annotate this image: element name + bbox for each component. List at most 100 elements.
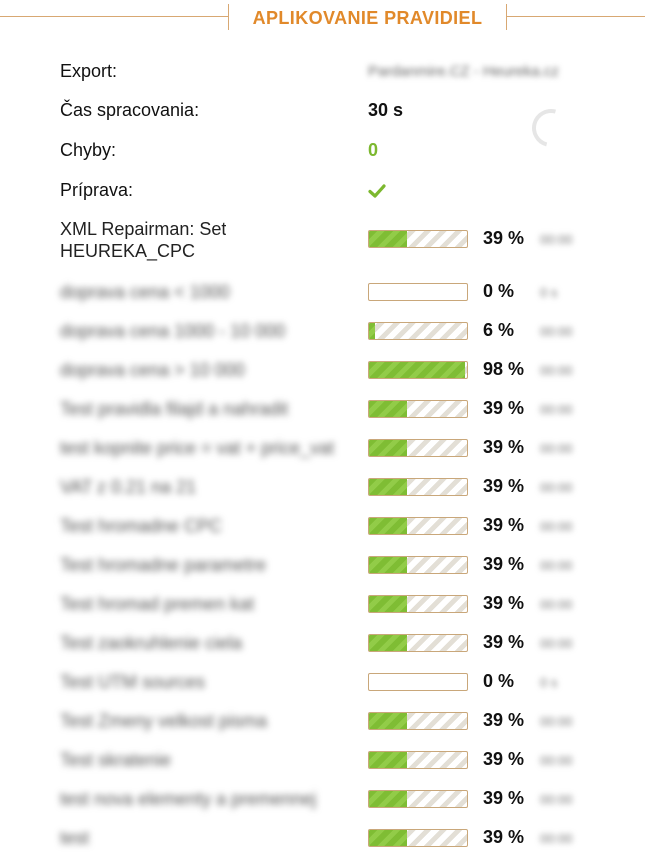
rule-row: Test hromadne CPC 39 % 00:00 <box>0 514 645 553</box>
rule-label-line: XML Repairman: Set <box>60 219 227 239</box>
rule-label-line: HEUREKA_CPC <box>60 241 196 261</box>
rule-label: Test Zmeny velkost pisma <box>60 711 268 731</box>
progress-fill <box>369 830 408 846</box>
rule-elapsed-time: 00:00 <box>540 636 573 651</box>
rule-elapsed-time: 00:00 <box>540 480 573 495</box>
progress-fill <box>369 401 408 417</box>
progress-fill <box>369 596 408 612</box>
rule-row: Test skratenie 39 % 00:00 <box>0 748 645 787</box>
errors-value: 0 <box>368 140 379 160</box>
rule-elapsed-time: 00:00 <box>540 831 573 846</box>
rule-label: doprava cena 1000 - 10 000 <box>60 321 286 341</box>
rule-elapsed-time: 00:00 <box>540 402 573 417</box>
header-tab: APLIKOVANIE PRAVIDIEL <box>228 4 507 30</box>
rule-elapsed-time: 00:00 <box>540 232 573 247</box>
progress-fill <box>369 752 408 768</box>
progress-bar <box>368 673 468 691</box>
progress-fill <box>369 231 408 247</box>
rule-row: Test hromadne parametre 39 % 00:00 <box>0 553 645 592</box>
progress-percent: 0 % <box>483 671 515 691</box>
rule-elapsed-time: 0 s <box>540 675 558 690</box>
rule-label: Test hromad premen kat <box>60 594 255 614</box>
progress-percent: 98 % <box>483 359 525 379</box>
preparation-label: Príprava: <box>60 180 134 200</box>
progress-percent: 39 % <box>483 788 525 808</box>
processing-time-label: Čas spracovania: <box>60 100 200 120</box>
rule-row: test nova elementy a premennej 39 % 00:00 <box>0 787 645 826</box>
rule-label: test nova elementy a premennej <box>60 789 317 809</box>
panel-header: APLIKOVANIE PRAVIDIEL <box>0 0 645 32</box>
rule-label: VAT z 0.21 na 21 <box>60 477 197 497</box>
rule-row: doprava cena 1000 - 10 000 6 % 00:00 <box>0 319 645 358</box>
export-value: Pardanmire.CZ - Heureka.cz <box>368 63 559 80</box>
rule-row: VAT z 0.21 na 21 39 % 00:00 <box>0 475 645 514</box>
progress-fill <box>369 518 408 534</box>
progress-percent: 39 % <box>483 398 525 418</box>
progress-bar <box>368 478 468 496</box>
rule-elapsed-time: 00:00 <box>540 519 573 534</box>
errors-label: Chyby: <box>60 140 117 160</box>
progress-percent: 6 % <box>483 320 515 340</box>
processing-time-value: 30 s <box>368 100 404 120</box>
rule-elapsed-time: 00:00 <box>540 324 573 339</box>
rule-label: test kopnite price = vat + price_vat <box>60 438 335 458</box>
progress-fill <box>369 440 408 456</box>
rule-elapsed-time: 00:00 <box>540 753 573 768</box>
rule-label: doprava cena > 10 000 <box>60 360 245 380</box>
progress-fill <box>369 479 408 495</box>
progress-bar <box>368 439 468 457</box>
rule-label: Test hromadne CPC <box>60 516 223 536</box>
progress-fill <box>369 791 408 807</box>
rule-label: Test hromadne parametre <box>60 555 267 575</box>
rule-label: Test skratenie <box>60 750 172 770</box>
progress-percent: 39 % <box>483 476 525 496</box>
export-label: Export: <box>60 61 118 81</box>
rule-elapsed-time: 0 s <box>540 285 558 300</box>
progress-percent: 39 % <box>483 827 525 847</box>
rule-label: XML Repairman: Set HEUREKA_CPC <box>60 218 226 262</box>
rule-row: Test pravidla filajd a nahradit 39 % 00:00 <box>0 397 645 436</box>
progress-fill <box>369 323 375 339</box>
rule-label: Test pravidla filajd a nahradit <box>60 399 289 419</box>
loading-spinner-icon <box>525 102 577 154</box>
progress-fill <box>369 362 466 378</box>
rule-row: doprava cena > 10 000 98 % 00:00 <box>0 358 645 397</box>
progress-percent: 39 % <box>483 515 525 535</box>
page-title: APLIKOVANIE PRAVIDIEL <box>252 8 483 28</box>
rule-row: test kopnite price = vat + price_vat 39 %… <box>0 436 645 475</box>
rule-row: Test UTM sources 0 % 0 s <box>0 670 645 709</box>
rule-elapsed-time: 00:00 <box>540 792 573 807</box>
rule-label: test <box>60 828 90 848</box>
rule-label: doprava cena < 1000 <box>60 282 230 302</box>
progress-bar <box>368 790 468 808</box>
progress-fill <box>369 713 408 729</box>
header-divider-left <box>0 16 228 17</box>
rule-row: doprava cena < 1000 0 % 0 s <box>0 280 645 319</box>
progress-bar <box>368 556 468 574</box>
rule-row: test 39 % 00:00 <box>0 826 645 859</box>
progress-bar <box>368 322 468 340</box>
rules-application-panel: APLIKOVANIE PRAVIDIEL Export: Pardanmire… <box>0 0 645 859</box>
progress-percent: 39 % <box>483 593 525 613</box>
rule-elapsed-time: 00:00 <box>540 441 573 456</box>
rule-elapsed-time: 00:00 <box>540 558 573 573</box>
progress-bar <box>368 230 468 248</box>
rule-elapsed-time: 00:00 <box>540 597 573 612</box>
header-divider-right <box>507 16 645 17</box>
rule-elapsed-time: 00:00 <box>540 363 573 378</box>
progress-bar <box>368 829 468 847</box>
rule-elapsed-time: 00:00 <box>540 714 573 729</box>
progress-bar <box>368 712 468 730</box>
progress-fill <box>369 557 408 573</box>
rule-row: Test zaokruhlenie ciela 39 % 00:00 <box>0 631 645 670</box>
progress-bar <box>368 361 468 379</box>
progress-bar <box>368 400 468 418</box>
progress-bar <box>368 634 468 652</box>
progress-percent: 39 % <box>483 632 525 652</box>
checkmark-icon <box>368 184 386 198</box>
rule-row: Test hromad premen kat 39 % 00:00 <box>0 592 645 631</box>
rule-label: Test UTM sources <box>60 672 206 692</box>
progress-bar <box>368 595 468 613</box>
rule-label: Test zaokruhlenie ciela <box>60 633 243 653</box>
rule-row: Test Zmeny velkost pisma 39 % 00:00 <box>0 709 645 748</box>
